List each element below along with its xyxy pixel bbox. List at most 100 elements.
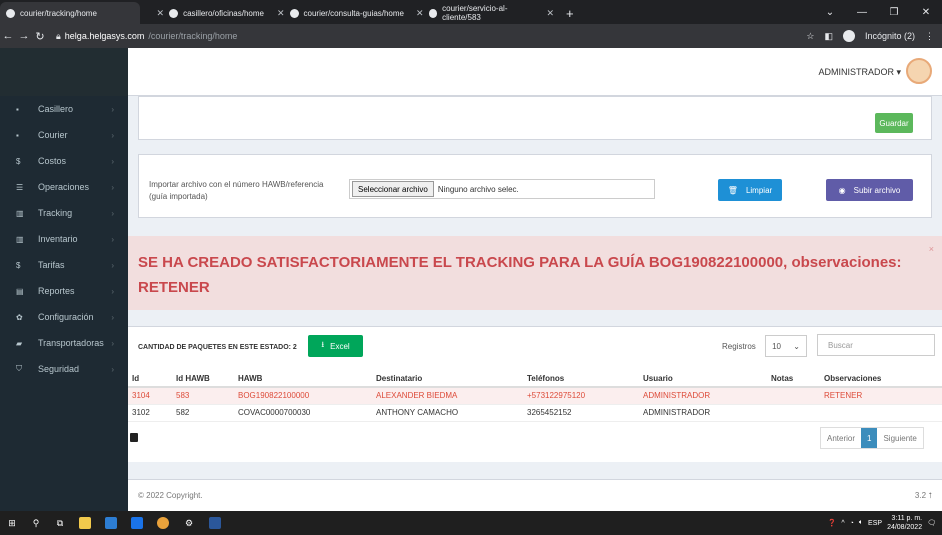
- word-icon[interactable]: [202, 511, 228, 535]
- cell-observaciones: [820, 404, 942, 422]
- sidebar-item-label: Operaciones: [38, 182, 90, 192]
- col-header-id-hawb[interactable]: Id HAWB: [172, 370, 234, 388]
- clock[interactable]: 3:11 p. m. 24/08/2022: [887, 514, 922, 532]
- back-button[interactable]: ←: [0, 30, 16, 42]
- menu-icon[interactable]: ⋮: [925, 31, 934, 42]
- alert-close-button[interactable]: ×: [929, 244, 934, 254]
- cell-notas: [767, 387, 820, 405]
- col-header-destinatario[interactable]: Destinatario: [372, 370, 523, 388]
- col-header-telefonos[interactable]: Teléfonos: [523, 370, 639, 388]
- top-navbar: ADMINISTRADOR ▾: [128, 48, 942, 96]
- settings-icon[interactable]: ⚙: [176, 511, 202, 535]
- user-menu[interactable]: ADMINISTRADOR ▾: [818, 67, 901, 78]
- main-content: Guardar Importar archivo con el número H…: [128, 96, 942, 511]
- sidebar-item-seguridad[interactable]: ⛉ Seguridad ›: [0, 356, 128, 382]
- search-icon[interactable]: ⚲: [24, 518, 48, 529]
- col-header-id[interactable]: Id: [128, 370, 172, 388]
- new-tab-button[interactable]: +: [560, 2, 580, 24]
- reload-button[interactable]: ↻: [32, 30, 48, 43]
- pager-current-page[interactable]: 1: [861, 428, 878, 448]
- sidebar-item-tracking[interactable]: ▥ Tracking ›: [0, 200, 128, 226]
- file-explorer-icon[interactable]: [72, 511, 98, 535]
- close-icon[interactable]: ✕: [157, 8, 165, 19]
- windows-start-icon[interactable]: ⊞: [0, 518, 24, 529]
- close-window-button[interactable]: ✕: [910, 7, 942, 18]
- cell-observaciones: RETENER: [820, 387, 942, 405]
- address-bar[interactable]: 🔒︎ helga.helgasys.com/courier/tracking/h…: [56, 31, 237, 42]
- choose-file-button[interactable]: Seleccionar archivo: [352, 181, 434, 197]
- volume-icon[interactable]: 🔈︎: [859, 519, 863, 527]
- help-icon[interactable]: ❓: [828, 519, 837, 527]
- registros-select[interactable]: 10 ⌄: [765, 335, 807, 357]
- chevron-down-icon: ⌄: [793, 341, 800, 351]
- forward-button[interactable]: →: [16, 30, 32, 42]
- close-icon[interactable]: ✕: [277, 8, 285, 19]
- browser-tab-consulta[interactable]: ✕ courier/consulta-guias/home: [270, 2, 410, 24]
- cell-notas: [767, 404, 820, 422]
- sidebar: ▪ Casillero › ▪ Courier › $ Costos › ☰ Operaciones…: [0, 48, 128, 511]
- close-icon[interactable]: ✕: [546, 8, 554, 19]
- sidebar-item-label: Costos: [38, 156, 67, 166]
- sidebar-item-tarifas[interactable]: $ Tarifas ›: [0, 252, 128, 278]
- excel-export-button[interactable]: ⭳ Excel: [308, 335, 363, 357]
- col-header-usuario[interactable]: Usuario: [639, 370, 767, 388]
- url-path: /courier/tracking/home: [148, 31, 238, 41]
- tab-title: courier/servicio-al-cliente/583: [442, 4, 508, 22]
- store-icon[interactable]: [98, 511, 124, 535]
- tab-title: courier/tracking/home: [20, 8, 97, 18]
- version: 3.2 ⭡: [914, 491, 932, 500]
- chevron-right-icon: ›: [111, 338, 114, 348]
- subir-archivo-button[interactable]: ◉ Subir archivo: [826, 179, 913, 201]
- minimize-button[interactable]: —: [846, 7, 878, 18]
- chevron-right-icon: ›: [111, 130, 114, 140]
- sidebar-item-transportadoras[interactable]: ▰ Transportadoras ›: [0, 330, 128, 356]
- col-header-notas[interactable]: Notas: [767, 370, 820, 388]
- network-icon[interactable]: ◔: [850, 520, 854, 527]
- file-value: Ninguno archivo selec.: [437, 184, 519, 194]
- browser-tab-tracking[interactable]: courier/tracking/home: [0, 2, 140, 24]
- maximize-button[interactable]: ❐: [878, 7, 910, 18]
- pager-prev[interactable]: Anterior: [821, 428, 861, 448]
- sidebar-toggle-icon[interactable]: ◧: [824, 31, 833, 42]
- star-icon[interactable]: ☆: [806, 31, 814, 42]
- sidebar-item-label: Transportadoras: [38, 338, 104, 348]
- guardar-button[interactable]: Guardar: [875, 113, 913, 133]
- task-view-icon[interactable]: ⧉: [48, 518, 72, 529]
- row-toggle-icon[interactable]: [130, 433, 138, 442]
- alert-message: SE HA CREADO SATISFACTORIAMENTE EL TRACK…: [138, 254, 902, 296]
- mail-icon[interactable]: [124, 511, 150, 535]
- cell-id: 3102: [128, 404, 172, 422]
- table-row[interactable]: 3104 583 BOG190822100000 ALEXANDER BIEDM…: [128, 387, 942, 405]
- sidebar-item-configuracin[interactable]: ✿ Configuración ›: [0, 304, 128, 330]
- file-input[interactable]: Seleccionar archivo Ninguno archivo sele…: [349, 179, 655, 199]
- globe-icon: [428, 8, 438, 18]
- table-row[interactable]: 3102 582 COVAC0000700030 ANTHONY CAMACHO…: [128, 404, 942, 422]
- col-header-hawb[interactable]: HAWB: [234, 370, 372, 388]
- sidebar-item-inventario[interactable]: ▥ Inventario ›: [0, 226, 128, 252]
- chevron-up-icon[interactable]: ^: [841, 520, 844, 527]
- notification-icon[interactable]: 🗨︎: [927, 519, 936, 527]
- language-label[interactable]: ESP: [868, 520, 882, 527]
- close-icon[interactable]: ✕: [416, 8, 424, 19]
- browser-tab-oficinas[interactable]: ✕ casillero/oficinas/home: [140, 2, 270, 24]
- chrome-icon[interactable]: [150, 511, 176, 535]
- pager-next[interactable]: Siguiente: [877, 428, 922, 448]
- avatar[interactable]: [906, 58, 932, 84]
- sidebar-item-casillero[interactable]: ▪ Casillero ›: [0, 96, 128, 122]
- sidebar-item-reportes[interactable]: ▤ Reportes ›: [0, 278, 128, 304]
- registros-label: Registros: [722, 342, 756, 351]
- incognito-icon: [842, 30, 855, 42]
- cell-id-hawb: 582: [172, 404, 234, 422]
- browser-tab-servicio[interactable]: ✕ courier/servicio-al-cliente/583 ✕: [410, 2, 560, 24]
- sidebar-item-costos[interactable]: $ Costos ›: [0, 148, 128, 174]
- incognito-label[interactable]: Incógnito (2): [865, 31, 915, 41]
- search-input[interactable]: Buscar: [817, 334, 935, 356]
- cell-hawb: COVAC0000700030: [234, 404, 372, 422]
- chevron-down-icon[interactable]: ⌄: [814, 7, 846, 18]
- col-header-observaciones[interactable]: Observaciones: [820, 370, 942, 388]
- sidebar-item-operaciones[interactable]: ☰ Operaciones ›: [0, 174, 128, 200]
- sidebar-item-label: Reportes: [38, 286, 75, 296]
- url-host: helga.helgasys.com: [64, 31, 145, 41]
- limpiar-button[interactable]: 🗑︎ Limpiar: [718, 179, 782, 201]
- sidebar-item-courier[interactable]: ▪ Courier ›: [0, 122, 128, 148]
